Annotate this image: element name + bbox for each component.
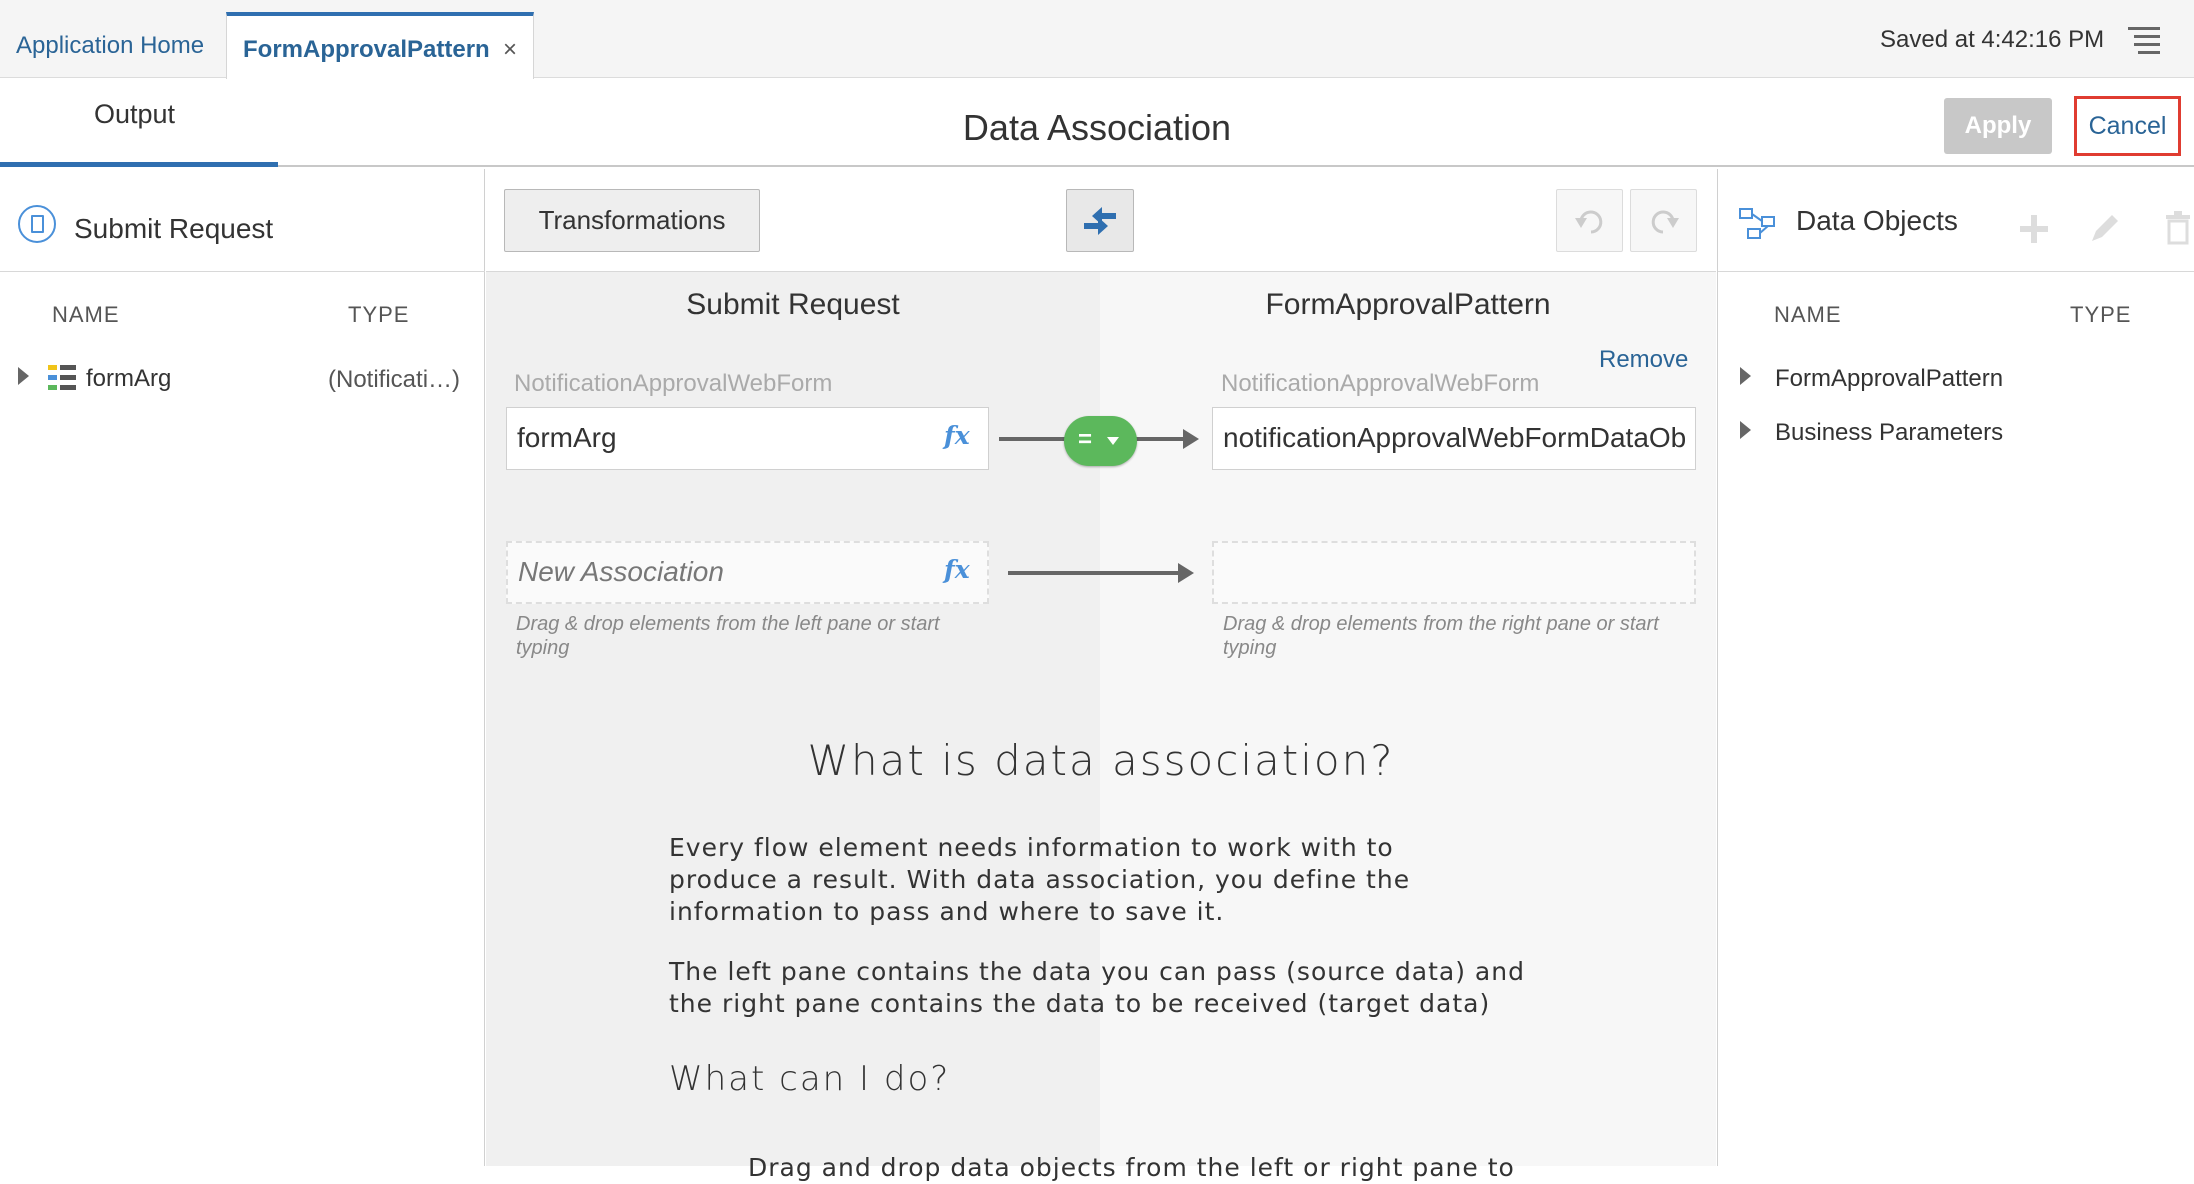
column-header-name: NAME — [52, 302, 120, 327]
new-association-arrow — [1008, 563, 1194, 583]
saved-status: Saved at 4:42:16 PM — [1880, 26, 2105, 53]
data-objects-title: Data Objects — [1796, 205, 1958, 236]
source-pane-header: Submit Request — [0, 169, 485, 272]
page-title: Data Association — [962, 107, 1232, 148]
data-objects-icon — [1739, 208, 1775, 239]
data-objects-pane: Data Objects NAME TYPE FormApprovalPatte… — [1717, 169, 2194, 1166]
target-column-title: FormApprovalPattern — [1265, 288, 1551, 321]
mapping-toolbar: Transformations — [486, 169, 1716, 272]
expand-arrow-icon[interactable] — [18, 367, 29, 385]
operator-dropdown[interactable]: = — [1064, 416, 1137, 466]
auto-map-button[interactable] — [1066, 189, 1134, 252]
target-type-label: NotificationApprovalWebForm — [1221, 370, 1540, 397]
auto-map-icon — [1084, 207, 1116, 235]
data-structure-icon — [48, 365, 76, 391]
expand-arrow-icon[interactable] — [1740, 367, 1751, 385]
column-header-type: TYPE — [348, 302, 410, 327]
tree-row-label: formArg — [86, 365, 172, 392]
redo-icon — [1651, 210, 1679, 234]
tree-row-type: (Notificati…) — [328, 366, 461, 393]
document-icon — [18, 205, 56, 243]
trash-icon[interactable] — [2164, 211, 2192, 245]
help-paragraph-3: Drag and drop data objects from the left… — [748, 1153, 1515, 1182]
target-expression-field[interactable]: notificationApprovalWebFormDataOb — [1212, 407, 1696, 470]
help-title: What is data association? — [807, 736, 1395, 785]
help-paragraph-1: Every flow element needs information to … — [669, 833, 1411, 926]
target-drop-hint: Drag & drop elements from the right pane… — [1223, 613, 1659, 659]
remove-link[interactable]: Remove — [1599, 346, 1688, 374]
source-column-title: Submit Request — [686, 288, 900, 321]
cancel-button[interactable]: Cancel — [2074, 96, 2181, 156]
redo-button[interactable] — [1630, 189, 1697, 252]
tree-row-label: FormApprovalPattern — [1775, 365, 2004, 392]
tree-row-label: Business Parameters — [1775, 419, 2004, 446]
source-expression-field[interactable]: formArg — [506, 407, 989, 470]
hamburger-menu-icon[interactable] — [2128, 27, 2160, 55]
column-header-type: TYPE — [2070, 302, 2132, 327]
data-objects-header: Data Objects — [1718, 169, 2194, 272]
tab-label: FormApprovalPattern — [243, 36, 490, 63]
fx-icon[interactable]: fx — [944, 555, 970, 584]
undo-button[interactable] — [1556, 189, 1623, 252]
tab-bar: Application Home FormApprovalPattern × S… — [0, 0, 2194, 79]
close-icon[interactable]: × — [503, 36, 517, 64]
new-association-placeholder: New Association — [518, 556, 724, 587]
column-header-name: NAME — [1774, 302, 1842, 327]
add-icon[interactable] — [2018, 213, 2050, 245]
source-expression-value: formArg — [517, 422, 617, 453]
edit-icon[interactable] — [2088, 211, 2122, 245]
source-type-label: NotificationApprovalWebForm — [514, 370, 833, 397]
header-bar: Output Data Association Apply Cancel — [0, 79, 2194, 167]
source-pane: Submit Request NAME TYPE formArg (Notifi… — [0, 169, 485, 1166]
apply-button[interactable]: Apply — [1944, 98, 2052, 154]
help-paragraph-2: The left pane contains the data you can … — [669, 957, 1525, 1018]
mapping-canvas: Transformations Submit Request FormAppro… — [486, 169, 1716, 1182]
help-subtitle: What can I do? — [669, 1059, 951, 1099]
tab-application-home[interactable]: Application Home — [16, 32, 204, 60]
new-association-target-field[interactable] — [1212, 541, 1696, 604]
source-pane-title: Submit Request — [74, 213, 274, 244]
undo-icon — [1575, 210, 1603, 234]
operator-symbol: = — [1078, 426, 1093, 453]
new-association-source-field[interactable]: New Association — [506, 541, 989, 604]
fx-icon[interactable]: fx — [944, 421, 970, 450]
transformations-button[interactable]: Transformations — [504, 189, 760, 252]
tab-form-approval-pattern[interactable]: FormApprovalPattern × — [226, 12, 534, 79]
expand-arrow-icon[interactable] — [1740, 421, 1751, 439]
source-drop-hint: Drag & drop elements from the left pane … — [516, 613, 940, 659]
target-expression-value: notificationApprovalWebFormDataOb — [1223, 422, 1687, 453]
chevron-down-icon — [1107, 437, 1119, 445]
